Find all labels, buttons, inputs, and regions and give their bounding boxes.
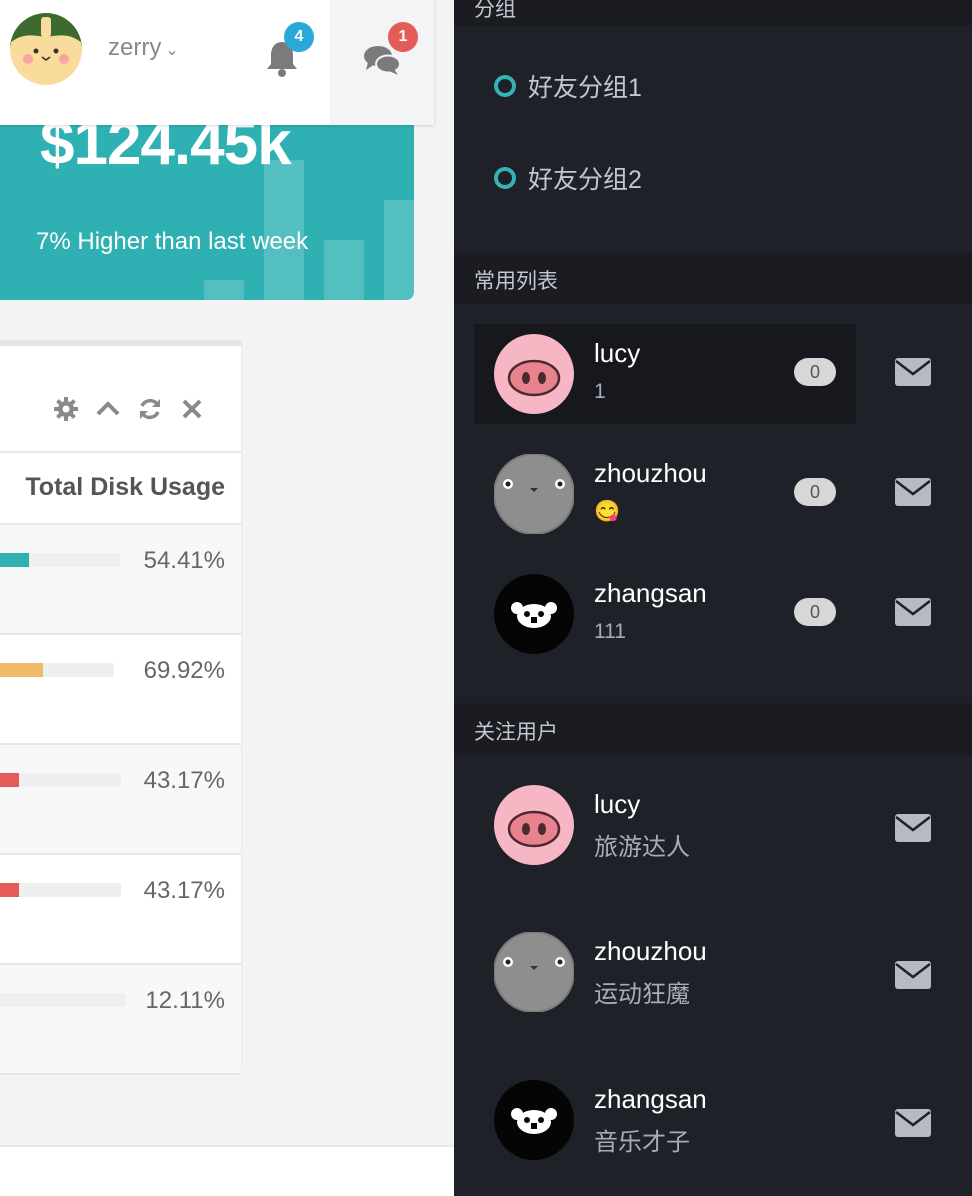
contact-subtitle: 旅游达人 [594,834,690,861]
contact-name: zhouzhou [594,458,707,488]
section-head-groups: 分组 [454,0,972,26]
username-dropdown[interactable]: zerry ⌄ [108,34,179,62]
usage-percent: 43.17% [143,767,225,794]
avatar [494,1080,574,1160]
card-deco-bar [204,280,244,300]
stat-note: 7% Higher than last week [36,228,309,255]
mail-icon[interactable] [894,960,932,990]
refresh-icon[interactable] [135,394,165,424]
contact-subtitle: 1 [594,380,606,403]
mail-icon[interactable] [894,477,932,507]
group-item[interactable]: 好友分组2 [494,160,642,196]
usage-percent: 69.92% [143,657,225,684]
contact-name: lucy [594,338,641,368]
mail-icon[interactable] [894,813,932,843]
main-area: $124.45k 7% Higher than last week zerry ⌄ [0,0,454,1196]
avatar [493,931,575,1013]
progress-track [0,883,121,897]
avatar [494,334,574,414]
contact-item[interactable]: lucy 旅游达人 [474,775,856,875]
table-row: 69.92% [0,635,241,745]
section-head-follow: 关注用户 [454,703,972,755]
progress-fill [0,663,43,677]
progress-fill [0,773,19,787]
section-title: 关注用户 [474,721,558,744]
chevron-up-icon[interactable] [93,394,123,424]
circle-icon [494,167,516,189]
card-deco-bar [384,200,414,300]
contact-item[interactable]: zhangsan 111 0 [474,564,856,664]
disk-usage-panel: Total Disk Usage 54.41% 69.92% 43.17% 43.17… [0,340,241,1075]
section-title: 常用列表 [474,270,558,293]
contact-name: zhangsan [594,578,707,608]
avatar [493,453,575,535]
progress-track [0,993,126,1007]
contact-subtitle: 😋 [594,500,621,523]
section-title: 分组 [474,0,516,21]
table-row: 43.17% [0,855,241,965]
top-header: zerry ⌄ 4 1 [0,0,434,125]
column-header: Total Disk Usage [25,473,225,501]
usage-percent: 54.41% [143,547,225,574]
contacts-sidebar: 分组 好友分组1 好友分组2 常用列表 lucy 1 0 zhouzhou 😋 0 zhan… [454,0,972,1196]
card-deco-bar [324,240,364,300]
mail-icon[interactable] [894,1108,932,1138]
unread-count-badge: 0 [794,358,836,386]
close-icon[interactable] [177,394,207,424]
progress-fill [0,883,19,897]
group-label: 好友分组1 [528,74,642,102]
contact-name: zhangsan [594,1084,707,1114]
contact-subtitle: 音乐才子 [594,1129,690,1156]
contact-item[interactable]: zhouzhou 运动狂魔 [474,922,856,1022]
table-row: 54.41% [0,525,241,635]
group-item[interactable]: 好友分组1 [494,68,642,104]
avatar [494,785,574,865]
progress-track [0,553,120,567]
usage-percent: 43.17% [143,877,225,904]
circle-icon [494,75,516,97]
contact-item[interactable]: zhangsan 音乐才子 [474,1070,856,1170]
mail-icon[interactable] [894,357,932,387]
contact-subtitle: 111 [594,620,626,643]
contact-item[interactable]: lucy 1 0 [474,324,856,424]
footer-bar [0,1145,454,1196]
messages-button[interactable]: 1 [330,0,434,125]
table-row: 12.11% [0,965,241,1075]
avatar [494,574,574,654]
contact-item[interactable]: zhouzhou 😋 0 [474,444,856,544]
mail-icon[interactable] [894,597,932,627]
unread-count-badge: 0 [794,478,836,506]
contact-name: lucy [594,789,641,819]
notifications-badge: 4 [284,22,314,52]
contact-subtitle: 运动狂魔 [594,981,690,1008]
unread-count-badge: 0 [794,598,836,626]
section-head-recent: 常用列表 [454,252,972,304]
messages-badge: 1 [388,22,418,52]
gear-icon[interactable] [51,394,81,424]
chevron-down-icon: ⌄ [165,42,179,59]
user-avatar[interactable] [10,13,82,85]
username-label: zerry [108,34,162,61]
progress-fill [0,553,29,567]
progress-track [0,663,114,677]
panel-tools [51,394,207,424]
group-label: 好友分组2 [528,166,642,194]
usage-percent: 12.11% [145,987,225,1014]
table-row: 43.17% [0,745,241,855]
table-header: Total Disk Usage [0,451,241,525]
contact-name: zhouzhou [594,936,707,966]
progress-track [0,773,121,787]
